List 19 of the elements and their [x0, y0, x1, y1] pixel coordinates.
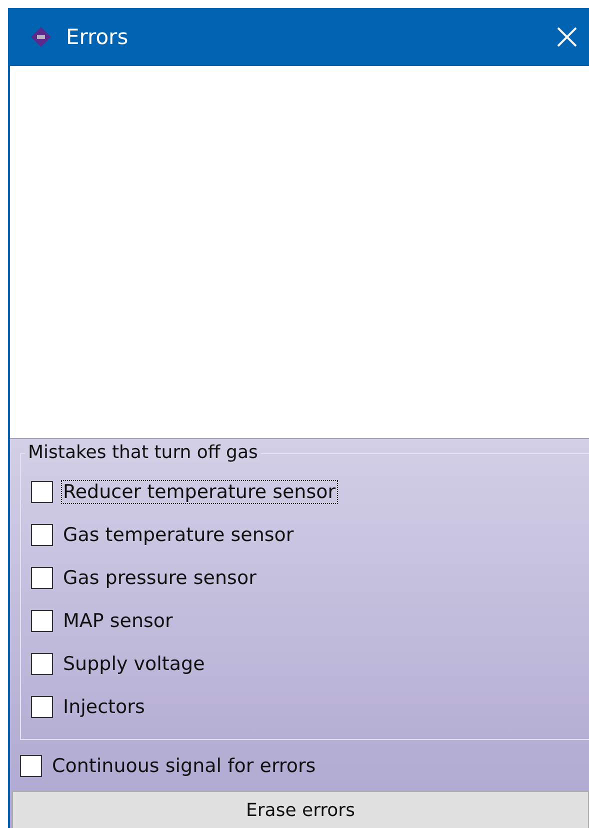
checkbox[interactable]	[31, 652, 53, 674]
checkbox[interactable]	[31, 610, 53, 632]
checkbox-label[interactable]: Continuous signal for errors	[50, 754, 318, 778]
checkbox[interactable]	[31, 524, 53, 546]
checkbox-label[interactable]: Gas temperature sensor	[61, 522, 296, 546]
group-title: Mistakes that turn off gas	[25, 442, 261, 463]
erase-errors-button[interactable]: Erase errors	[12, 791, 589, 828]
checkbox[interactable]	[20, 754, 42, 776]
checkbox[interactable]	[31, 566, 53, 588]
checkbox[interactable]	[31, 696, 53, 718]
checkbox-label[interactable]: Supply voltage	[61, 652, 207, 676]
checkbox-label[interactable]: Gas pressure sensor	[61, 566, 258, 590]
checkbox[interactable]	[31, 480, 53, 502]
window-title: Errors	[66, 25, 128, 49]
checkbox-label[interactable]: Reducer temperature sensor	[61, 480, 338, 504]
app-icon	[30, 26, 52, 48]
close-icon[interactable]	[557, 27, 577, 47]
checkbox-label[interactable]: Injectors	[61, 694, 147, 718]
checkbox-label[interactable]: MAP sensor	[61, 608, 175, 632]
